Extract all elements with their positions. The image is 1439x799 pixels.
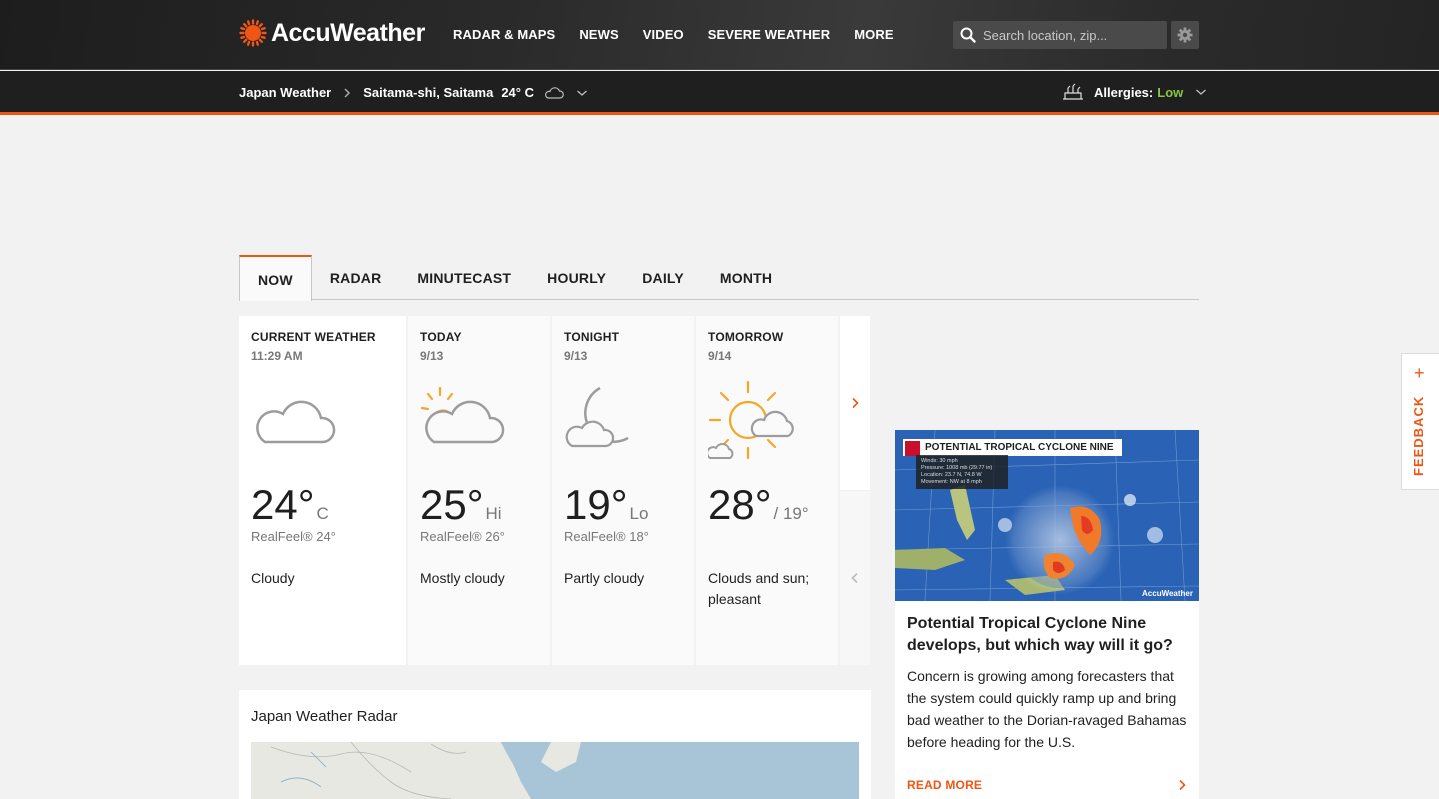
card-date: 11:29 AM: [251, 349, 303, 363]
chevron-down-icon: [1196, 89, 1207, 95]
tab-minutecast[interactable]: MINUTECAST: [399, 255, 529, 300]
tab-hourly[interactable]: HOURLY: [529, 255, 624, 300]
mostly-cloudy-icon: [420, 386, 505, 444]
plus-icon: +: [1414, 363, 1425, 383]
article-headline[interactable]: Potential Tropical Cyclone Nine develops…: [907, 613, 1187, 657]
storm-stat: Winds: 30 mph: [921, 458, 958, 464]
realfeel: RealFeel® 24°: [251, 529, 336, 544]
card-date: 9/14: [708, 349, 732, 363]
breadcrumb-temp: 24° C: [501, 85, 534, 100]
main-nav: RADAR & MAPS NEWS VIDEO SEVERE WEATHER M…: [453, 27, 918, 42]
search-icon: [960, 27, 976, 43]
cloud-icon: [545, 86, 564, 99]
nav-more[interactable]: MORE: [854, 27, 893, 42]
cloudy-icon: [256, 400, 336, 444]
temp-hi-label: Hi: [485, 504, 502, 523]
allergies-label: Allergies:: [1094, 84, 1154, 100]
temp-value: 25°: [420, 481, 484, 528]
feedback-tab[interactable]: + FEEDBACK: [1401, 353, 1439, 490]
clouds-and-sun-icon: [708, 380, 794, 460]
breadcrumb: Japan Weather Saitama-shi, Saitama 24° C: [239, 85, 588, 100]
forecast-cards: CURRENT WEATHER 11:29 AM 24° C RealFeel®…: [239, 316, 870, 665]
gear-icon: [1177, 27, 1193, 43]
card-date: 9/13: [420, 349, 444, 363]
nav-severe-weather[interactable]: SEVERE WEATHER: [708, 27, 831, 42]
partly-cloudy-night-icon: [565, 386, 629, 448]
image-watermark: AccuWeather: [1142, 589, 1193, 598]
weather-phrase: Partly cloudy: [564, 570, 645, 586]
card-navigation: [840, 316, 870, 665]
prev-cards-button[interactable]: [840, 491, 870, 665]
chevron-right-icon: [852, 397, 859, 409]
chevron-left-icon: [851, 572, 858, 584]
storm-stat: Movement: NW at 8 mph: [921, 479, 982, 485]
storm-stat: Location: 23.7 N, 74.8 W: [921, 472, 982, 478]
search-input[interactable]: [983, 27, 1163, 43]
temp-value: 28°: [708, 481, 772, 528]
next-cards-button[interactable]: [840, 316, 870, 490]
card-temperature: 28° / 19°: [708, 481, 809, 529]
image-caption-text: POTENTIAL TROPICAL CYCLONE NINE: [925, 442, 1114, 453]
hurricane-symbol-icon: [905, 441, 920, 456]
accuweather-logo[interactable]: AccuWeather: [239, 18, 425, 48]
chevron-right-icon: [344, 87, 351, 98]
radar-map-graphic: [251, 742, 859, 799]
logo-text: AccuWeather: [271, 18, 425, 47]
breadcrumb-country[interactable]: Japan Weather: [239, 85, 331, 100]
allergies-widget[interactable]: Allergies: Low: [1062, 83, 1207, 101]
nav-radar-maps[interactable]: RADAR & MAPS: [453, 27, 555, 42]
radar-panel: Japan Weather Radar: [239, 690, 871, 799]
article-summary: Concern is growing among forecasters tha…: [907, 668, 1187, 750]
top-header: AccuWeather RADAR & MAPS NEWS VIDEO SEVE…: [0, 0, 1439, 70]
realfeel: RealFeel® 18°: [564, 529, 649, 544]
chevron-down-icon[interactable]: [576, 89, 588, 97]
read-more-link[interactable]: READ MORE: [907, 778, 982, 792]
weather-phrase: Mostly cloudy: [420, 570, 505, 586]
allergies-value: Low: [1157, 84, 1184, 100]
card-title: TONIGHT: [564, 330, 620, 344]
allergy-icon: [1063, 83, 1083, 100]
tab-month[interactable]: MONTH: [702, 255, 790, 300]
tab-now[interactable]: NOW: [239, 255, 312, 301]
forecast-card-current[interactable]: CURRENT WEATHER 11:29 AM 24° C RealFeel®…: [239, 316, 406, 665]
storm-stats: Winds: 30 mph Pressure: 1008 mb (29.77 i…: [916, 455, 1008, 489]
forecast-card-today[interactable]: TODAY 9/13 25° Hi RealFeel® 26° Mostly c…: [408, 316, 550, 665]
card-title: CURRENT WEATHER: [251, 330, 376, 344]
image-caption-label: POTENTIAL TROPICAL CYCLONE NINE: [903, 439, 1122, 456]
storm-stat: Pressure: 1008 mb (29.77 in): [921, 465, 993, 471]
card-date: 9/13: [564, 349, 588, 363]
card-temperature: 24° C: [251, 481, 329, 529]
search-box[interactable]: [953, 21, 1167, 49]
chevron-right-icon[interactable]: [1178, 779, 1186, 791]
tab-daily[interactable]: DAILY: [624, 255, 702, 300]
radar-map[interactable]: [251, 742, 859, 799]
forecast-card-tomorrow[interactable]: TOMORROW 9/14 28° / 19° Clouds and sun; …: [696, 316, 838, 665]
card-title: TODAY: [420, 330, 462, 344]
tab-radar[interactable]: RADAR: [312, 255, 400, 300]
nav-video[interactable]: VIDEO: [643, 27, 684, 42]
forecast-tabs: NOW RADAR MINUTECAST HOURLY DAILY MONTH: [239, 255, 1199, 301]
card-temperature: 19° Lo: [564, 481, 648, 529]
temp-lo-value: / 19°: [773, 504, 809, 523]
temp-value: 19°: [564, 481, 628, 528]
card-temperature: 25° Hi: [420, 481, 502, 529]
location-bar: Japan Weather Saitama-shi, Saitama 24° C…: [0, 71, 1439, 115]
radar-title: Japan Weather Radar: [251, 708, 398, 725]
news-article-card[interactable]: POTENTIAL TROPICAL CYCLONE NINE Winds: 3…: [895, 430, 1199, 799]
weather-phrase: Clouds and sun; pleasant: [708, 570, 810, 607]
realfeel: RealFeel® 26°: [420, 529, 505, 544]
breadcrumb-city[interactable]: Saitama-shi, Saitama: [363, 85, 493, 100]
temp-lo-label: Lo: [629, 504, 649, 523]
nav-news[interactable]: NEWS: [579, 27, 618, 42]
sun-logo-icon: [239, 19, 267, 47]
article-image[interactable]: POTENTIAL TROPICAL CYCLONE NINE Winds: 3…: [895, 430, 1199, 601]
temp-value: 24°: [251, 481, 315, 528]
feedback-label: FEEDBACK: [1411, 395, 1426, 476]
settings-button[interactable]: [1171, 21, 1199, 49]
weather-phrase: Cloudy: [251, 570, 295, 586]
forecast-card-tonight[interactable]: TONIGHT 9/13 19° Lo RealFeel® 18° Partly…: [552, 316, 694, 665]
temp-unit: C: [316, 504, 329, 523]
card-title: TOMORROW: [708, 330, 784, 344]
